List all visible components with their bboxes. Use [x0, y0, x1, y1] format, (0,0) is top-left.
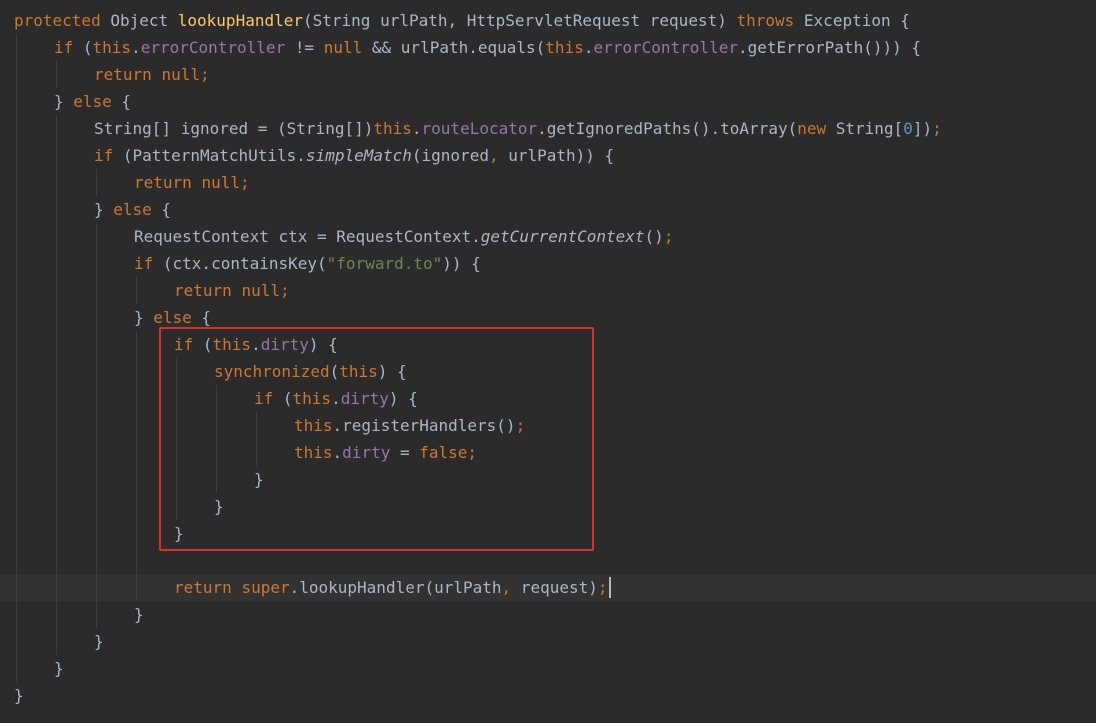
code-token: errorController: [140, 38, 286, 57]
code-token: else: [113, 200, 152, 219]
code-token: getCurrentContext: [480, 227, 645, 246]
code-token: }: [54, 92, 74, 111]
code-token: .getErrorPath())) {: [737, 38, 921, 57]
code-token: (: [73, 38, 93, 57]
code-token: routeLocator: [421, 119, 538, 138]
code-token: String[: [826, 119, 904, 138]
code-token: .lookupHandler(urlPath: [289, 578, 502, 597]
code-token: }: [134, 605, 144, 624]
code-token: super: [241, 578, 290, 597]
code-token: RequestContext ctx = RequestContext.: [134, 227, 481, 246]
code-token: request): [511, 578, 598, 597]
code-token: this: [545, 38, 584, 57]
code-token: this: [92, 38, 132, 57]
code-token: ;: [239, 173, 250, 192]
code-token: (ctx.containsKey(: [153, 254, 327, 273]
code-token: (): [644, 227, 664, 246]
highlight-box: [159, 327, 594, 551]
code-token: }: [14, 686, 24, 705]
code-editor[interactable]: protected Object lookupHandler(String ur…: [0, 0, 1096, 723]
code-token: ,: [501, 578, 512, 597]
code-token: .: [131, 38, 141, 57]
code-line[interactable]: String[] ignored = (String[])this.routeL…: [94, 115, 942, 142]
code-token: if: [54, 38, 74, 57]
indent-guide: [56, 115, 57, 655]
code-token: return: [174, 578, 232, 597]
code-token: ;: [663, 227, 674, 246]
code-line[interactable]: protected Object lookupHandler(String ur…: [14, 7, 910, 34]
code-line[interactable]: return null;: [134, 169, 250, 196]
indent-guide: [16, 34, 17, 682]
code-token: Exception {: [794, 11, 910, 30]
code-line[interactable]: RequestContext ctx = RequestContext.getC…: [134, 223, 673, 250]
code-token: (String urlPath, HttpServletRequest requ…: [303, 11, 737, 30]
code-line[interactable]: if (ctx.containsKey("forward.to")) {: [134, 250, 481, 277]
code-token: throws: [736, 11, 795, 30]
code-token: 0: [903, 119, 913, 138]
code-line[interactable]: return super.lookupHandler(urlPath, requ…: [174, 574, 608, 601]
code-token: protected: [14, 11, 101, 30]
code-token: lookupHandler: [177, 11, 303, 30]
code-token: }: [134, 308, 154, 327]
code-token: (ignored: [411, 146, 489, 165]
indent-guide: [136, 331, 137, 601]
code-token: null: [323, 38, 363, 57]
code-token: !=: [285, 38, 324, 57]
code-line[interactable]: }: [14, 682, 24, 709]
code-token: String[] ignored = (String[]): [94, 119, 374, 138]
code-token: ;: [199, 65, 210, 84]
indent-guide: [56, 61, 57, 88]
indent-guide: [136, 277, 137, 304]
code-token: simpleMatch: [305, 146, 412, 165]
code-line[interactable]: }: [134, 601, 144, 628]
code-token: .getIgnoredPaths().toArray(: [537, 119, 798, 138]
code-token: "forward.to": [326, 254, 443, 273]
code-token: }: [94, 200, 114, 219]
code-line[interactable]: if (PatternMatchUtils.simpleMatch(ignore…: [94, 142, 614, 169]
code-token: Object: [100, 11, 178, 30]
code-token: urlPath)) {: [498, 146, 615, 165]
code-line[interactable]: } else {: [94, 196, 171, 223]
code-token: ;: [932, 119, 942, 138]
code-token: null: [161, 65, 200, 84]
code-token: return: [94, 65, 152, 84]
code-token: else: [73, 92, 112, 111]
code-token: if: [94, 146, 114, 165]
code-token: {: [151, 200, 172, 219]
code-line[interactable]: }: [94, 628, 104, 655]
code-token: ]): [912, 119, 933, 138]
code-token: return: [174, 281, 232, 300]
code-token: {: [111, 92, 132, 111]
code-line[interactable]: if (this.errorController != null && urlP…: [54, 34, 921, 61]
code-token: errorController: [593, 38, 738, 57]
code-token: ;: [279, 281, 290, 300]
code-token: .: [411, 119, 422, 138]
code-token: }: [94, 632, 104, 651]
code-token: return: [134, 173, 192, 192]
code-token: ;: [597, 578, 608, 597]
code-token: null: [201, 173, 240, 192]
code-token: if: [134, 254, 154, 273]
indent-guide: [96, 169, 97, 196]
code-line[interactable]: return null;: [174, 277, 290, 304]
code-token: this: [373, 119, 412, 138]
code-token: new: [797, 119, 827, 138]
code-token: }: [54, 659, 64, 678]
code-token: else: [153, 308, 192, 327]
code-token: (PatternMatchUtils.: [113, 146, 306, 165]
code-token: null: [241, 281, 280, 300]
code-token: ,: [488, 146, 499, 165]
code-token: && urlPath.equals(: [362, 38, 546, 57]
code-token: )) {: [442, 254, 481, 273]
code-line[interactable]: return null;: [94, 61, 210, 88]
code-token: {: [191, 308, 212, 327]
code-line[interactable]: }: [54, 655, 64, 682]
code-line[interactable]: } else {: [54, 88, 131, 115]
indent-guide: [96, 223, 97, 628]
text-caret: [609, 577, 611, 598]
